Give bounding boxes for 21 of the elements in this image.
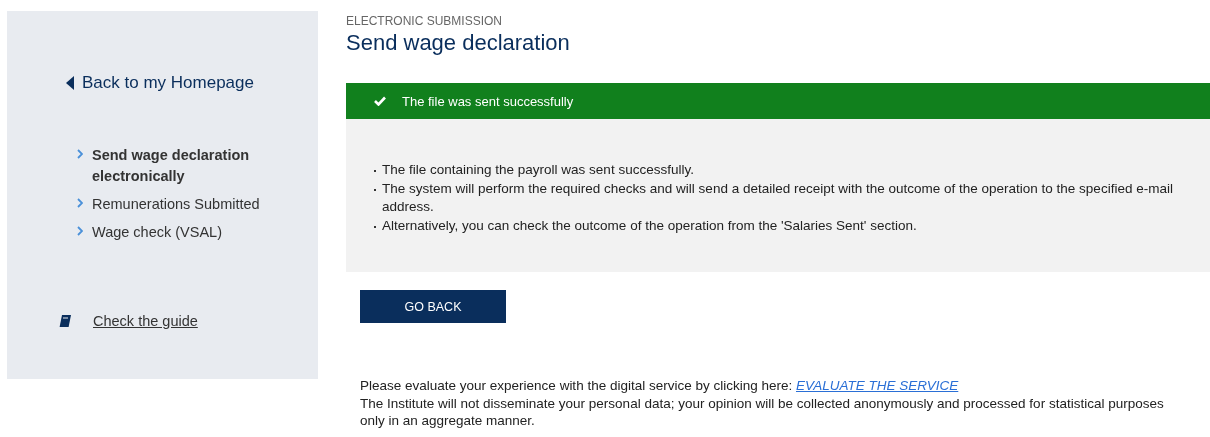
section-label: ELECTRONIC SUBMISSION	[346, 14, 504, 28]
evaluate-link[interactable]: EVALUATE THE SERVICE	[796, 378, 959, 393]
guide-link[interactable]: Check the guide	[93, 313, 198, 329]
feedback-prompt: Please evaluate your experience with the digital service by clicking here: EVALUATE THE SERVICE	[360, 377, 960, 395]
book-icon	[59, 315, 71, 327]
check-icon	[374, 96, 386, 106]
page-title: Send wage declaration	[346, 30, 571, 56]
message-text: Alternatively, you can check the outcome of the operation from the 'Salaries Sent' section.	[382, 216, 917, 235]
chevron-right-icon	[77, 198, 83, 208]
back-link[interactable]: Back to my Homepage	[66, 73, 318, 93]
privacy-note: The Institute will not disseminate your personal data; your opinion will be collected anonymously and processed for statistical purposes only in an aggregate manner.	[360, 394, 1165, 430]
chevron-right-icon	[77, 226, 83, 236]
go-back-button[interactable]: GO BACK	[360, 290, 506, 323]
caret-left-icon	[66, 76, 74, 90]
message-text: The system will perform the required checks and will send a detailed receipt with the outcome of the operation to the specified e-mail address.	[382, 179, 1174, 216]
success-message: The file was sent successfully	[402, 93, 574, 109]
sidebar-item[interactable]: Send wage declaration electronically	[92, 145, 262, 187]
message-text: The file containing the payroll was sent successfully.	[382, 161, 694, 179]
chevron-right-icon	[77, 149, 83, 159]
sidebar-item[interactable]: Remunerations Submitted	[92, 194, 262, 215]
sidebar-item[interactable]: Wage check (VSAL)	[92, 222, 262, 243]
